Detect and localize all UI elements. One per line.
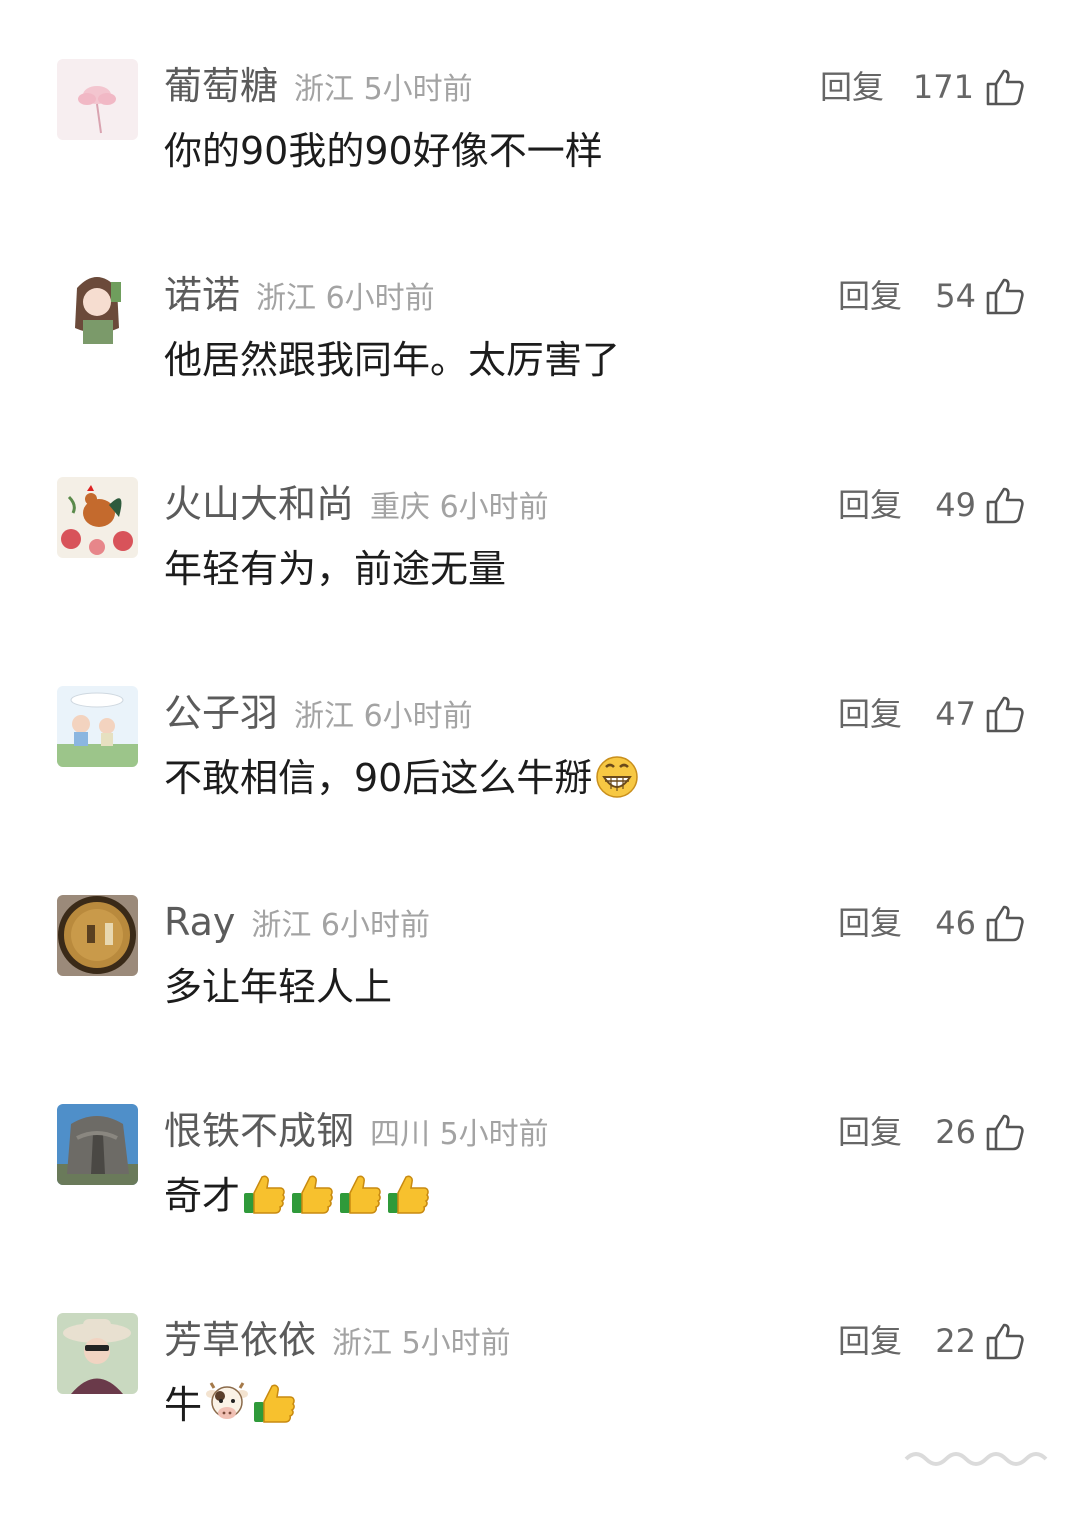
comment-item: 公子羽 浙江 6小时前 回复 47 不敢相信，90后这么牛掰 [0, 686, 1080, 895]
comment-text: 不敢相信，90后这么牛掰 [164, 756, 593, 800]
comment-text: 你的90我的90好像不一样 [164, 129, 603, 173]
comment-text: 多让年轻人上 [164, 965, 393, 1009]
like-count: 47 [935, 695, 976, 733]
thumbs-up-icon[interactable] [985, 903, 1025, 943]
comment-time: 6小时前 [325, 281, 435, 316]
comment-time: 6小时前 [439, 490, 549, 525]
reply-button[interactable]: 回复 [838, 1110, 902, 1154]
user-name[interactable]: 芳草依依 [164, 1318, 316, 1362]
avatar[interactable] [57, 59, 138, 140]
like-count: 26 [935, 1113, 976, 1151]
like-count: 49 [935, 486, 976, 524]
avatar[interactable] [57, 895, 138, 976]
thumbs-up-emoji [290, 1171, 336, 1230]
reply-button[interactable]: 回复 [838, 901, 902, 945]
user-region: 浙江 [294, 72, 355, 107]
cow-emoji [204, 1380, 250, 1439]
user-region: 四川 [370, 1117, 431, 1152]
watermark [902, 1441, 1062, 1471]
reply-button[interactable]: 回复 [820, 65, 884, 109]
avatar[interactable] [57, 268, 138, 349]
comment-text: 他居然跟我同年。太厉害了 [164, 338, 621, 382]
user-region: 重庆 [370, 490, 431, 525]
comment-time: 5小时前 [363, 72, 473, 107]
user-region: 浙江 [294, 699, 355, 734]
grin-emoji [594, 753, 640, 812]
comment-text: 年轻有为，前途无量 [164, 547, 507, 591]
like-count: 46 [935, 904, 976, 942]
user-name[interactable]: 火山大和尚 [164, 482, 354, 526]
thumbs-up-icon[interactable] [985, 1112, 1025, 1152]
user-name[interactable]: Ray [164, 900, 235, 944]
user-region: 浙江 [251, 908, 312, 943]
reply-button[interactable]: 回复 [838, 274, 902, 318]
thumbs-up-icon[interactable] [985, 694, 1025, 734]
comment-item: Ray 浙江 6小时前 回复 46 多让年轻人上 [0, 895, 1080, 1104]
avatar[interactable] [57, 686, 138, 767]
user-name[interactable]: 葡萄糖 [164, 64, 278, 108]
avatar[interactable] [57, 477, 138, 558]
thumbs-up-emoji [242, 1171, 288, 1230]
like-count: 22 [935, 1322, 976, 1360]
user-name[interactable]: 公子羽 [164, 691, 278, 735]
thumbs-up-emoji [252, 1380, 298, 1439]
comment-time: 5小时前 [401, 1326, 511, 1361]
user-name[interactable]: 诺诺 [164, 273, 240, 317]
reply-button[interactable]: 回复 [838, 1319, 902, 1363]
thumbs-up-icon[interactable] [985, 485, 1025, 525]
like-count: 54 [935, 277, 976, 315]
comment-item: 芳草依依 浙江 5小时前 回复 22 牛 [0, 1313, 1080, 1522]
avatar[interactable] [57, 1313, 138, 1394]
comment-text: 奇才 [164, 1174, 241, 1218]
user-region: 浙江 [332, 1326, 393, 1361]
thumbs-up-emoji [338, 1171, 384, 1230]
comment-item: 葡萄糖 浙江 5小时前 回复 171 你的90我的90好像不一样 [0, 59, 1080, 268]
comment-time: 6小时前 [320, 908, 430, 943]
thumbs-up-icon[interactable] [985, 1321, 1025, 1361]
like-count: 171 [912, 68, 974, 106]
comment-time: 6小时前 [363, 699, 473, 734]
comment-item: 恨铁不成钢 四川 5小时前 回复 26 奇才 [0, 1104, 1080, 1313]
thumbs-up-icon[interactable] [985, 276, 1025, 316]
comment-item: 诺诺 浙江 6小时前 回复 54 他居然跟我同年。太厉害了 [0, 268, 1080, 477]
user-name[interactable]: 恨铁不成钢 [164, 1109, 354, 1153]
user-region: 浙江 [256, 281, 317, 316]
reply-button[interactable]: 回复 [838, 692, 902, 736]
reply-button[interactable]: 回复 [838, 483, 902, 527]
comment-time: 5小时前 [439, 1117, 549, 1152]
avatar[interactable] [57, 1104, 138, 1185]
comment-item: 火山大和尚 重庆 6小时前 回复 49 年轻有为，前途无量 [0, 477, 1080, 686]
thumbs-up-emoji [386, 1171, 432, 1230]
thumbs-up-icon[interactable] [985, 67, 1025, 107]
comment-text: 牛 [164, 1383, 203, 1427]
